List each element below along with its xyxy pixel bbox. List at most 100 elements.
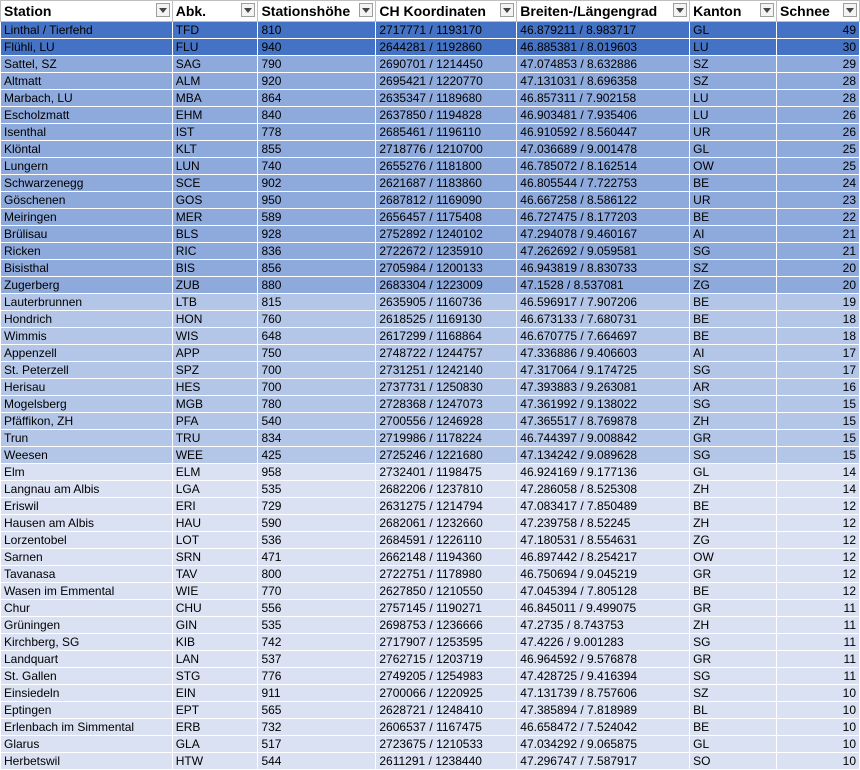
table-row[interactable]: Sattel, SZ SAG 790 2690701 / 1214450 47.0748… <box>0 55 860 73</box>
cell-lat-lon[interactable]: 47.361992 / 9.138022 <box>516 395 691 413</box>
cell-canton[interactable]: BE <box>689 497 778 515</box>
cell-ch-coordinates[interactable]: 2617299 / 1168864 <box>375 327 518 345</box>
cell-canton[interactable]: GR <box>689 650 778 668</box>
cell-ch-coordinates[interactable]: 2695421 / 1220770 <box>375 72 518 90</box>
cell-abbreviation[interactable]: MER <box>171 208 259 226</box>
cell-lat-lon[interactable]: 46.727475 / 8.177203 <box>516 208 691 226</box>
cell-snow[interactable]: 18 <box>776 327 860 345</box>
table-row[interactable]: Elm ELM 958 2732401 / 1198475 46.924169 / 9.… <box>0 463 860 481</box>
table-row[interactable]: Pfäffikon, ZH PFA 540 2700556 / 1246928 47.3… <box>0 412 860 430</box>
cell-elevation[interactable]: 544 <box>257 752 377 770</box>
cell-elevation[interactable]: 700 <box>257 378 377 396</box>
cell-elevation[interactable]: 855 <box>257 140 377 158</box>
cell-elevation[interactable]: 740 <box>257 157 377 175</box>
cell-abbreviation[interactable]: TFD <box>171 21 259 39</box>
cell-abbreviation[interactable]: STG <box>171 667 259 685</box>
table-row[interactable]: Linthal / Tierfehd TFD 810 2717771 / 119317… <box>0 21 860 39</box>
cell-elevation[interactable]: 540 <box>257 412 377 430</box>
cell-snow[interactable]: 21 <box>776 242 860 260</box>
cell-abbreviation[interactable]: GOS <box>171 191 259 209</box>
cell-elevation[interactable]: 729 <box>257 497 377 515</box>
cell-elevation[interactable]: 815 <box>257 293 377 311</box>
table-row[interactable]: Altmatt ALM 920 2695421 / 1220770 47.131031 … <box>0 72 860 90</box>
cell-ch-coordinates[interactable]: 2631275 / 1214794 <box>375 497 518 515</box>
table-row[interactable]: St. Gallen STG 776 2749205 / 1254983 47.4287… <box>0 667 860 685</box>
cell-station[interactable]: Sarnen <box>0 548 173 566</box>
cell-elevation[interactable]: 810 <box>257 21 377 39</box>
cell-abbreviation[interactable]: SPZ <box>171 361 259 379</box>
cell-station[interactable]: Bisisthal <box>0 259 173 277</box>
cell-station[interactable]: Langnau am Albis <box>0 480 173 498</box>
cell-canton[interactable]: AI <box>689 344 778 362</box>
cell-abbreviation[interactable]: BLS <box>171 225 259 243</box>
cell-elevation[interactable]: 780 <box>257 395 377 413</box>
cell-snow[interactable]: 15 <box>776 395 860 413</box>
cell-lat-lon[interactable]: 47.286058 / 8.525308 <box>516 480 691 498</box>
cell-abbreviation[interactable]: KIB <box>171 633 259 651</box>
cell-lat-lon[interactable]: 47.1528 / 8.537081 <box>516 276 691 294</box>
cell-snow[interactable]: 28 <box>776 89 860 107</box>
cell-canton[interactable]: AI <box>689 225 778 243</box>
cell-canton[interactable]: SG <box>689 446 778 464</box>
table-row[interactable]: Zugerberg ZUB 880 2683304 / 1223009 47.1528 … <box>0 276 860 294</box>
cell-snow[interactable]: 15 <box>776 412 860 430</box>
table-row[interactable]: Landquart LAN 537 2762715 / 1203719 46.96459… <box>0 650 860 668</box>
cell-ch-coordinates[interactable]: 2722672 / 1235910 <box>375 242 518 260</box>
cell-ch-coordinates[interactable]: 2728368 / 1247073 <box>375 395 518 413</box>
cell-station[interactable]: Glarus <box>0 735 173 753</box>
cell-lat-lon[interactable]: 46.673133 / 7.680731 <box>516 310 691 328</box>
cell-canton[interactable]: SG <box>689 361 778 379</box>
cell-snow[interactable]: 12 <box>776 582 860 600</box>
cell-snow[interactable]: 15 <box>776 446 860 464</box>
cell-ch-coordinates[interactable]: 2725246 / 1221680 <box>375 446 518 464</box>
cell-station[interactable]: Herisau <box>0 378 173 396</box>
cell-abbreviation[interactable]: ERB <box>171 718 259 736</box>
cell-canton[interactable]: OW <box>689 548 778 566</box>
cell-abbreviation[interactable]: LOT <box>171 531 259 549</box>
cell-snow[interactable]: 14 <box>776 463 860 481</box>
cell-snow[interactable]: 19 <box>776 293 860 311</box>
table-row[interactable]: Erlenbach im Simmental ERB 732 2606537 / 11… <box>0 718 860 736</box>
cell-canton[interactable]: GR <box>689 599 778 617</box>
cell-elevation[interactable]: 537 <box>257 650 377 668</box>
cell-canton[interactable]: SZ <box>689 72 778 90</box>
cell-canton[interactable]: BE <box>689 310 778 328</box>
cell-snow[interactable]: 25 <box>776 140 860 158</box>
cell-lat-lon[interactable]: 46.924169 / 9.177136 <box>516 463 691 481</box>
cell-station[interactable]: Wasen im Emmental <box>0 582 173 600</box>
cell-station[interactable]: Appenzell <box>0 344 173 362</box>
cell-ch-coordinates[interactable]: 2644281 / 1192860 <box>375 38 518 56</box>
cell-lat-lon[interactable]: 46.845011 / 9.499075 <box>516 599 691 617</box>
cell-canton[interactable]: GL <box>689 21 778 39</box>
cell-lat-lon[interactable]: 47.2735 / 8.743753 <box>516 616 691 634</box>
cell-canton[interactable]: ZH <box>689 480 778 498</box>
cell-lat-lon[interactable]: 47.385894 / 7.818989 <box>516 701 691 719</box>
cell-ch-coordinates[interactable]: 2606537 / 1167475 <box>375 718 518 736</box>
cell-lat-lon[interactable]: 47.180531 / 8.554631 <box>516 531 691 549</box>
cell-elevation[interactable]: 471 <box>257 548 377 566</box>
cell-snow[interactable]: 11 <box>776 633 860 651</box>
cell-snow[interactable]: 10 <box>776 701 860 719</box>
cell-canton[interactable]: BE <box>689 327 778 345</box>
cell-lat-lon[interactable]: 46.667258 / 8.586122 <box>516 191 691 209</box>
dropdown-filter-icon[interactable] <box>843 3 857 17</box>
table-row[interactable]: Göschenen GOS 950 2687812 / 1169090 46.66725… <box>0 191 860 209</box>
cell-lat-lon[interactable]: 47.4226 / 9.001283 <box>516 633 691 651</box>
cell-elevation[interactable]: 556 <box>257 599 377 617</box>
table-row[interactable]: Langnau am Albis LGA 535 2682206 / 1237810 4… <box>0 480 860 498</box>
table-row[interactable]: Tavanasa TAV 800 2722751 / 1178980 46.750694… <box>0 565 860 583</box>
cell-ch-coordinates[interactable]: 2635905 / 1160736 <box>375 293 518 311</box>
cell-lat-lon[interactable]: 46.910592 / 8.560447 <box>516 123 691 141</box>
cell-snow[interactable]: 15 <box>776 429 860 447</box>
dropdown-filter-icon[interactable] <box>359 3 374 17</box>
cell-lat-lon[interactable]: 47.131739 / 8.757606 <box>516 684 691 702</box>
cell-lat-lon[interactable]: 46.897442 / 8.254217 <box>516 548 691 566</box>
cell-snow[interactable]: 22 <box>776 208 860 226</box>
table-row[interactable]: Grüningen GIN 535 2698753 / 1236666 47.2735 … <box>0 616 860 634</box>
cell-station[interactable]: Eptingen <box>0 701 173 719</box>
cell-station[interactable]: Escholzmatt <box>0 106 173 124</box>
cell-ch-coordinates[interactable]: 2637850 / 1194828 <box>375 106 518 124</box>
cell-station[interactable]: Pfäffikon, ZH <box>0 412 173 430</box>
cell-elevation[interactable]: 911 <box>257 684 377 702</box>
cell-elevation[interactable]: 834 <box>257 429 377 447</box>
